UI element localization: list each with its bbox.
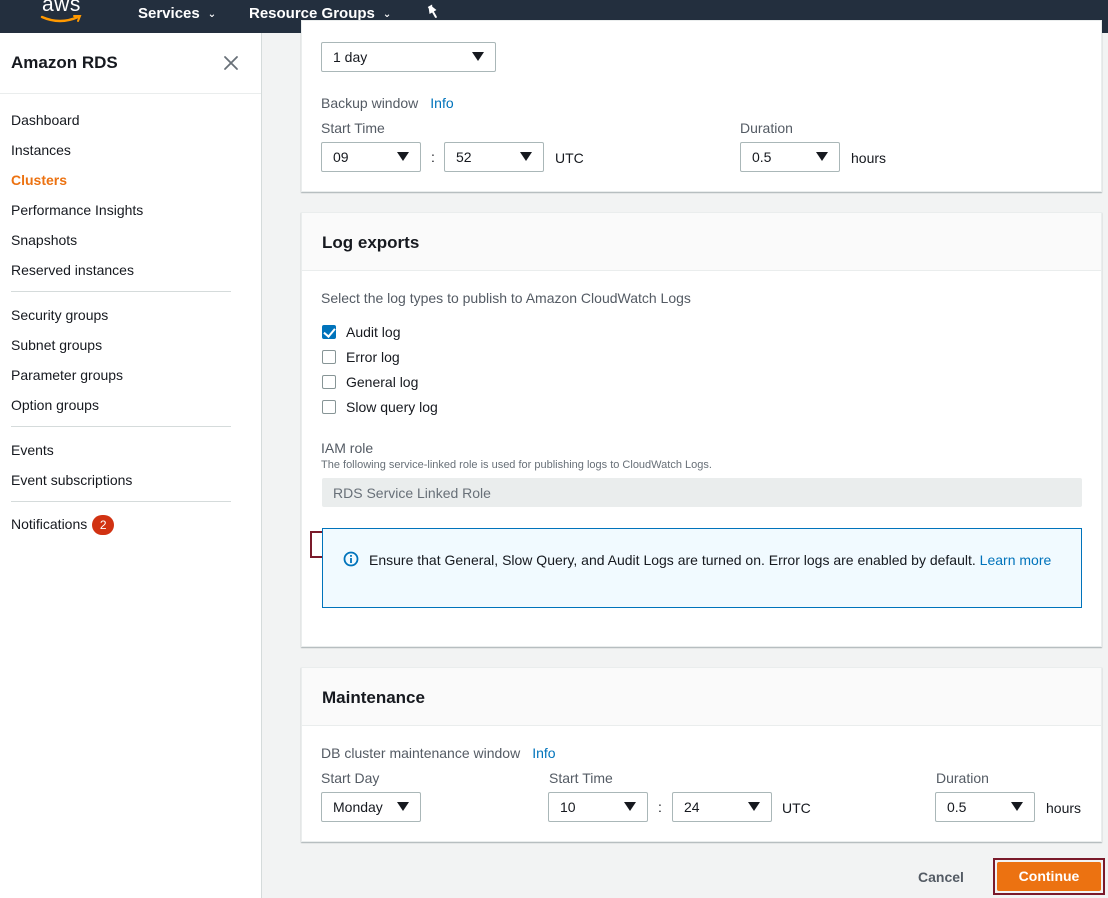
sidebar: Amazon RDS Dashboard Instances Clusters … xyxy=(0,33,262,898)
checkbox-unchecked-icon[interactable] xyxy=(322,350,336,364)
sidebar-item-performance-insights[interactable]: Performance Insights xyxy=(11,201,143,219)
backup-hour-value: 09 xyxy=(333,149,349,165)
maintenance-duration-label: Duration xyxy=(936,770,989,786)
sidebar-separator xyxy=(11,291,231,292)
maintenance-panel: Maintenance DB cluster maintenance windo… xyxy=(301,667,1102,842)
info-alert: Ensure that General, Slow Query, and Aud… xyxy=(322,528,1082,608)
checkbox-general-log[interactable]: General log xyxy=(322,372,418,392)
aws-logo[interactable]: aws xyxy=(40,0,86,30)
maintenance-timezone-label: UTC xyxy=(782,800,811,816)
sidebar-separator xyxy=(11,426,231,427)
maintenance-title: Maintenance xyxy=(302,668,1101,726)
caret-down-icon xyxy=(1011,802,1023,811)
backup-minute-select[interactable]: 52 xyxy=(444,142,544,172)
backup-panel: 1 day Backup window Info Start Time 09 : … xyxy=(301,20,1102,192)
maintenance-window-info-link[interactable]: Info xyxy=(532,745,555,761)
caret-down-icon xyxy=(748,802,760,811)
iam-role-label: IAM role xyxy=(321,440,374,456)
sidebar-item-clusters[interactable]: Clusters xyxy=(11,171,67,189)
alert-text: Ensure that General, Slow Query, and Aud… xyxy=(369,552,976,568)
iam-role-field: RDS Service Linked Role xyxy=(322,478,1082,507)
sidebar-item-snapshots[interactable]: Snapshots xyxy=(11,231,77,249)
services-menu-label: Services xyxy=(138,4,200,22)
maintenance-hours-unit: hours xyxy=(1046,800,1082,816)
sidebar-item-option-groups[interactable]: Option groups xyxy=(11,396,99,414)
notification-count-badge: 2 xyxy=(92,515,115,535)
checkbox-unchecked-icon[interactable] xyxy=(322,400,336,414)
caret-down-icon xyxy=(472,52,484,61)
sidebar-item-reserved-instances[interactable]: Reserved instances xyxy=(11,261,134,279)
caret-down-icon xyxy=(520,152,532,161)
sidebar-divider xyxy=(0,93,261,94)
backup-timezone-label: UTC xyxy=(555,150,584,166)
maintenance-hour-value: 10 xyxy=(560,799,576,815)
aws-smile-icon xyxy=(40,15,82,23)
caret-down-icon xyxy=(397,802,409,811)
sidebar-item-events[interactable]: Events xyxy=(11,441,54,459)
log-exports-title: Log exports xyxy=(302,213,1101,271)
backup-retention-select[interactable]: 1 day xyxy=(321,42,496,72)
chevron-down-icon: ⌄ xyxy=(382,8,392,20)
duration-label: Duration xyxy=(740,120,793,136)
start-day-value: Monday xyxy=(333,799,383,815)
pin-icon[interactable] xyxy=(425,4,441,20)
backup-duration-value: 0.5 xyxy=(752,149,772,165)
start-day-label: Start Day xyxy=(321,770,380,786)
maintenance-minute-select[interactable]: 24 xyxy=(672,792,772,822)
maintenance-hour-select[interactable]: 10 xyxy=(548,792,648,822)
backup-window-label: Backup window Info xyxy=(321,95,454,111)
backup-window-label-text: Backup window xyxy=(321,95,419,111)
continue-button[interactable]: Continue xyxy=(997,862,1101,891)
backup-minute-value: 52 xyxy=(456,149,472,165)
close-icon[interactable] xyxy=(222,54,240,72)
cancel-button[interactable]: Cancel xyxy=(901,866,981,888)
caret-down-icon xyxy=(397,152,409,161)
sidebar-item-security-groups[interactable]: Security groups xyxy=(11,306,108,324)
maintenance-duration-select[interactable]: 0.5 xyxy=(935,792,1035,822)
maintenance-minute-value: 24 xyxy=(684,799,700,815)
log-exports-panel: Log exports Select the log types to publ… xyxy=(301,212,1102,647)
sidebar-item-notifications[interactable]: Notifications 2 xyxy=(11,515,115,535)
iam-role-description: The following service-linked role is use… xyxy=(321,459,712,471)
resource-groups-menu-label: Resource Groups xyxy=(249,4,375,22)
checkbox-slow-query-log-label: Slow query log xyxy=(346,399,438,415)
services-menu[interactable]: Services ⌄ xyxy=(138,4,216,22)
chevron-down-icon: ⌄ xyxy=(207,8,217,20)
caret-down-icon xyxy=(816,152,828,161)
maintenance-window-label: DB cluster maintenance window Info xyxy=(321,745,556,761)
backup-window-info-link[interactable]: Info xyxy=(430,95,453,111)
sidebar-item-parameter-groups[interactable]: Parameter groups xyxy=(11,366,123,384)
log-exports-description: Select the log types to publish to Amazo… xyxy=(321,290,691,306)
time-separator: : xyxy=(658,799,662,815)
checkbox-audit-log-label: Audit log xyxy=(346,324,401,340)
checkbox-slow-query-log[interactable]: Slow query log xyxy=(322,397,438,417)
backup-hour-select[interactable]: 09 xyxy=(321,142,421,172)
sidebar-item-subnet-groups[interactable]: Subnet groups xyxy=(11,336,102,354)
sidebar-title: Amazon RDS xyxy=(11,53,118,72)
start-day-select[interactable]: Monday xyxy=(321,792,421,822)
learn-more-link[interactable]: Learn more xyxy=(980,552,1052,568)
checkbox-general-log-label: General log xyxy=(346,374,419,390)
sidebar-separator xyxy=(11,501,231,502)
sidebar-item-instances[interactable]: Instances xyxy=(11,141,71,159)
maintenance-start-time-label: Start Time xyxy=(549,770,613,786)
backup-hours-unit: hours xyxy=(851,150,887,166)
checkbox-error-log-label: Error log xyxy=(346,349,400,365)
maintenance-duration-value: 0.5 xyxy=(947,799,967,815)
sidebar-item-dashboard[interactable]: Dashboard xyxy=(11,111,80,129)
caret-down-icon xyxy=(624,802,636,811)
checkbox-error-log[interactable]: Error log xyxy=(322,347,400,367)
sidebar-item-notifications-label: Notifications xyxy=(11,516,88,532)
backup-duration-select[interactable]: 0.5 xyxy=(740,142,840,172)
time-separator: : xyxy=(431,149,435,165)
backup-retention-value: 1 day xyxy=(333,49,368,65)
checkbox-checked-icon[interactable] xyxy=(322,325,336,339)
checkbox-audit-log[interactable]: Audit log xyxy=(322,322,400,342)
checkbox-unchecked-icon[interactable] xyxy=(322,375,336,389)
maintenance-window-label-text: DB cluster maintenance window xyxy=(321,745,521,761)
start-time-label: Start Time xyxy=(321,120,385,136)
sidebar-item-event-subscriptions[interactable]: Event subscriptions xyxy=(11,471,132,489)
info-circle-icon xyxy=(343,551,359,567)
